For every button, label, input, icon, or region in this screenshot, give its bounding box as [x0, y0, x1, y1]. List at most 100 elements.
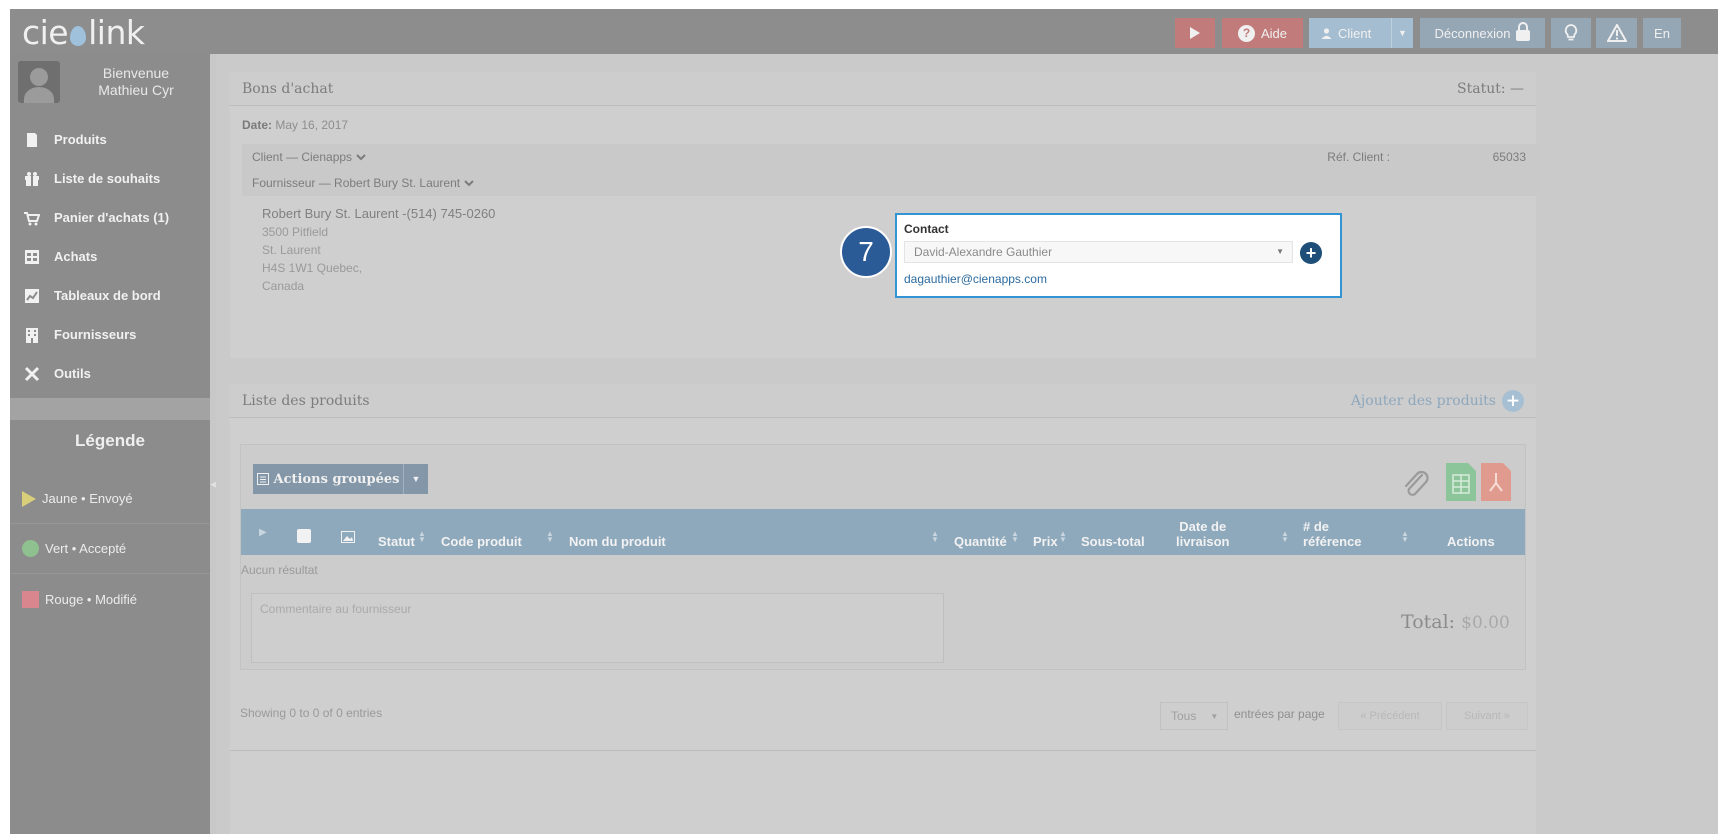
expand-icon[interactable]: ▶ — [259, 525, 267, 540]
user-icon — [1321, 27, 1332, 39]
previous-page-button[interactable]: « Précédent — [1338, 702, 1442, 730]
warning-icon — [1606, 24, 1627, 42]
chevron-down-icon[interactable]: ▼ — [403, 464, 428, 494]
legend-item-green: Vert • Accepté — [10, 524, 210, 574]
sort-icon[interactable]: ▲ ▼ — [1059, 530, 1067, 544]
sidebar-item-cart[interactable]: Panier d'achats (1) — [10, 198, 210, 237]
supplier-comment-textarea[interactable]: Commentaire au fournisseur — [251, 593, 944, 663]
add-products-button[interactable]: Ajouter des produits + — [1351, 389, 1524, 412]
square-icon — [22, 590, 39, 608]
circle-icon — [22, 540, 39, 557]
column-header-reference[interactable]: # de référence — [1303, 519, 1362, 549]
next-page-button[interactable]: Suivant » — [1446, 702, 1528, 730]
column-header-code[interactable]: Code produit — [441, 534, 522, 549]
order-total: Total: $0.00 — [1401, 611, 1510, 633]
top-bar: cie link ? Aide Client ▼ Déconnexion En — [10, 9, 1718, 54]
image-icon — [341, 531, 355, 543]
sort-icon[interactable]: ▲ ▼ — [1011, 530, 1019, 544]
product-list-panel: Liste des produits Ajouter des produits … — [230, 384, 1536, 834]
add-contact-icon[interactable]: + — [1300, 242, 1322, 264]
excel-export-icon[interactable] — [1446, 463, 1476, 501]
chevron-down-icon — [356, 154, 366, 161]
logout-button[interactable]: Déconnexion — [1420, 18, 1545, 48]
page-size-select[interactable]: Tous ▼ — [1160, 702, 1228, 730]
column-header-subtotal[interactable]: Sous-total — [1081, 534, 1145, 549]
logo-drop-icon — [70, 26, 87, 46]
sidebar-item-dashboards[interactable]: Tableaux de bord — [10, 276, 210, 315]
client-dropdown[interactable]: Client ▼ — [1309, 18, 1413, 48]
legend-item-red: Rouge • Modifié — [10, 574, 210, 624]
building-icon — [24, 327, 40, 343]
sort-icon[interactable]: ▲ ▼ — [1281, 530, 1289, 544]
column-header-quantity[interactable]: Quantité — [954, 534, 1007, 549]
document-icon — [24, 132, 40, 148]
page-title: Bons d'achat — [242, 80, 334, 97]
sidebar-item-wishlist[interactable]: Liste de souhaits — [10, 159, 210, 198]
empty-table-message: Aucun résultat — [241, 563, 318, 577]
sort-icon[interactable]: ▲ ▼ — [418, 530, 426, 544]
triangle-icon — [22, 490, 36, 507]
dashboard-icon — [24, 288, 40, 304]
column-header-status[interactable]: Statut — [378, 534, 415, 549]
lock-icon — [1516, 22, 1531, 41]
table-header: ▶ Statut ▲ ▼ Code produit ▲ ▼ Nom du produ… — [241, 509, 1525, 555]
page-size-label: entrées par page — [1234, 707, 1325, 721]
contact-email-link[interactable]: dagauthier@cienapps.com — [904, 272, 1047, 286]
order-date: Date: May 16, 2017 — [242, 118, 349, 132]
play-button[interactable] — [1175, 18, 1215, 48]
step-number-badge: 7 — [840, 226, 892, 278]
client-ref-value: 65033 — [1492, 150, 1526, 164]
sidebar-divider — [10, 398, 210, 420]
section-title: Liste des produits — [242, 392, 370, 409]
sort-icon[interactable]: ▲ ▼ — [931, 530, 939, 544]
column-header-price[interactable]: Prix — [1033, 534, 1058, 549]
purchases-icon — [24, 249, 40, 265]
avatar[interactable] — [18, 61, 60, 103]
question-icon: ? — [1237, 24, 1255, 42]
sidebar-item-achats[interactable]: Achats — [10, 237, 210, 276]
lightbulb-icon — [1564, 24, 1578, 41]
chevron-down-icon — [464, 180, 474, 187]
help-button[interactable]: ? Aide — [1222, 18, 1303, 48]
pdf-export-icon[interactable] — [1481, 463, 1511, 501]
supplier-toggle[interactable]: Fournisseur — Robert Bury St. Laurent — [242, 170, 1540, 196]
supplier-address: Robert Bury St. Laurent -(514) 745-0260 … — [262, 206, 496, 293]
paperclip-icon[interactable] — [1398, 467, 1434, 503]
sidebar-item-tools[interactable]: Outils — [10, 354, 210, 393]
tips-button[interactable] — [1551, 18, 1591, 48]
sort-icon[interactable]: ▲ ▼ — [1401, 530, 1409, 544]
chevron-down-icon: ▼ — [1276, 247, 1284, 256]
entries-info: Showing 0 to 0 of 0 entries — [240, 706, 383, 720]
client-ref-label: Réf. Client : — [1327, 150, 1390, 164]
sidebar-item-produits[interactable]: Produits — [10, 120, 210, 159]
sort-icon[interactable]: ▲ ▼ — [546, 530, 554, 544]
contact-select[interactable]: David-Alexandre Gauthier ▼ — [904, 241, 1293, 263]
chevron-down-icon: ▼ — [1210, 711, 1219, 721]
group-actions-dropdown[interactable]: Actions groupées ▼ — [253, 464, 428, 494]
gift-icon — [24, 171, 40, 187]
list-icon — [256, 473, 269, 485]
select-all-checkbox[interactable] — [297, 529, 311, 543]
contact-panel: Contact David-Alexandre Gauthier ▼ + dag… — [895, 213, 1342, 298]
column-header-name[interactable]: Nom du produit — [569, 534, 666, 549]
alerts-button[interactable] — [1596, 18, 1637, 48]
play-icon — [1190, 27, 1200, 39]
user-welcome: Bienvenue Mathieu Cyr — [10, 54, 210, 110]
cart-icon — [24, 210, 40, 226]
group-actions-button[interactable]: Actions groupées — [253, 464, 403, 494]
column-header-delivery-date[interactable]: Date de livraison — [1176, 519, 1229, 549]
column-header-actions: Actions — [1447, 534, 1495, 549]
sidebar: Bienvenue Mathieu Cyr Produits Liste de … — [10, 54, 210, 834]
logo[interactable]: cie link — [22, 13, 145, 52]
legend-item-yellow: Jaune • Envoyé — [10, 474, 210, 524]
main-content: Bons d'achat Statut: — Date: May 16, 201… — [216, 54, 1718, 834]
product-table-container: Actions groupées ▼ ▶ Statut ▲ ▼ Code prod… — [240, 444, 1526, 670]
status-badge: Statut: — — [1457, 80, 1524, 97]
sidebar-item-suppliers[interactable]: Fournisseurs — [10, 315, 210, 354]
client-toggle[interactable]: Client — Cienapps Réf. Client : 65033 — [242, 144, 1540, 170]
legend-title: Légende — [75, 431, 145, 450]
chevron-down-icon: ▼ — [1391, 18, 1413, 48]
language-button[interactable]: En — [1643, 18, 1681, 48]
welcome-greeting: Bienvenue — [102, 65, 170, 81]
contact-label: Contact — [904, 222, 949, 236]
